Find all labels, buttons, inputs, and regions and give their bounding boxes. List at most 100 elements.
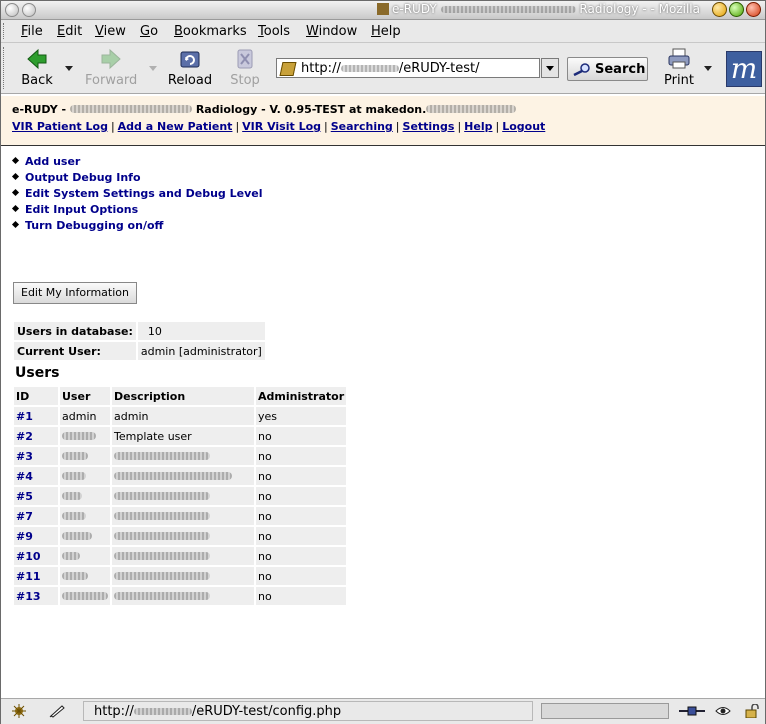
window-menu-buttons[interactable] — [5, 3, 39, 20]
username-cell — [60, 567, 110, 585]
link-vir-patient-log[interactable]: VIR Patient Log — [12, 120, 108, 133]
menu-view[interactable]: View — [95, 24, 126, 39]
url-input[interactable]: http:///eRUDY-test/ — [276, 58, 540, 78]
toggle-debugging-link[interactable]: Turn Debugging on/off — [25, 219, 163, 232]
user-id-link[interactable]: #9 — [16, 530, 33, 543]
menubar-grip[interactable] — [3, 23, 9, 39]
table-row: #5 no — [14, 487, 347, 505]
table-row: #11 no — [14, 567, 347, 585]
toolbar-grip[interactable] — [3, 47, 9, 89]
administrator-cell: no — [256, 547, 347, 565]
edit-my-information-button[interactable]: Edit My Information — [13, 282, 137, 304]
menu-bookmarks[interactable]: Bookmarks — [174, 24, 247, 39]
search-button[interactable]: Search — [567, 57, 648, 81]
link-settings[interactable]: Settings — [403, 120, 455, 133]
user-id-cell: #10 — [14, 547, 58, 565]
maximize-button[interactable] — [729, 2, 744, 17]
settings-actions-list: Add user Output Debug Info Edit System S… — [11, 155, 262, 235]
url-text: http:///eRUDY-test/ — [301, 61, 480, 76]
menu-help[interactable]: Help — [371, 24, 401, 39]
description-cell — [112, 567, 254, 585]
column-header-id: ID — [14, 387, 58, 405]
reload-icon — [180, 51, 200, 68]
link-logout[interactable]: Logout — [502, 120, 545, 133]
online-status-icon[interactable] — [679, 705, 705, 717]
add-user-link[interactable]: Add user — [25, 155, 80, 168]
link-searching[interactable]: Searching — [331, 120, 393, 133]
user-id-link[interactable]: #3 — [16, 450, 33, 463]
user-id-link[interactable]: #13 — [16, 590, 41, 603]
edit-system-settings-link[interactable]: Edit System Settings and Debug Level — [25, 187, 262, 200]
user-id-link[interactable]: #7 — [16, 510, 33, 523]
user-id-cell: #9 — [14, 527, 58, 545]
table-row: #1 admin admin yes — [14, 407, 347, 425]
component-bar-navigator-icon[interactable] — [11, 704, 27, 718]
window-shade-icon[interactable] — [22, 3, 36, 17]
menu-window[interactable]: Window — [306, 24, 357, 39]
progress-bar — [541, 703, 669, 719]
back-button[interactable]: Back — [15, 47, 59, 88]
username-cell — [60, 507, 110, 525]
window-menu-icon[interactable] — [5, 3, 19, 17]
column-header-administrator: Administrator — [256, 387, 347, 405]
column-header-user: User — [60, 387, 110, 405]
link-vir-visit-log[interactable]: VIR Visit Log — [242, 120, 321, 133]
security-info-icon[interactable] — [715, 704, 731, 718]
minimize-button[interactable] — [712, 2, 727, 17]
print-options-dropdown[interactable] — [704, 66, 712, 71]
administrator-cell: yes — [256, 407, 347, 425]
list-item: Output Debug Info — [11, 171, 262, 187]
redacted-text — [62, 511, 86, 520]
menu-file[interactable]: File — [21, 24, 43, 39]
user-id-link[interactable]: #2 — [16, 430, 33, 443]
redacted-text — [114, 511, 210, 520]
unlocked-padlock-icon[interactable] — [743, 704, 759, 718]
output-debug-info-link[interactable]: Output Debug Info — [25, 171, 141, 184]
redacted-text — [114, 451, 210, 460]
user-id-link[interactable]: #10 — [16, 550, 41, 563]
url-history-dropdown[interactable] — [541, 58, 559, 78]
redacted-text — [114, 471, 232, 480]
user-id-cell: #1 — [14, 407, 58, 425]
user-id-cell: #7 — [14, 507, 58, 525]
menu-edit[interactable]: Edit — [57, 24, 82, 39]
user-id-link[interactable]: #4 — [16, 470, 33, 483]
user-id-link[interactable]: #5 — [16, 490, 33, 503]
link-help[interactable]: Help — [464, 120, 492, 133]
description-cell — [112, 487, 254, 505]
close-button[interactable] — [746, 2, 761, 17]
menu-tools[interactable]: Tools — [258, 24, 290, 39]
administrator-cell: no — [256, 507, 347, 525]
forward-history-dropdown[interactable] — [149, 66, 157, 71]
back-history-dropdown[interactable] — [65, 66, 73, 71]
users-heading: Users — [15, 365, 60, 381]
reload-button[interactable]: Reload — [167, 47, 213, 88]
redacted-text — [69, 105, 192, 113]
window-title: e-RUDY Radiology - - Mozilla — [377, 2, 700, 16]
site-icon — [279, 62, 297, 76]
component-bar-composer-icon[interactable] — [49, 704, 65, 718]
link-add-new-patient[interactable]: Add a New Patient — [118, 120, 233, 133]
user-id-cell: #13 — [14, 587, 58, 605]
print-button[interactable]: Print — [663, 47, 695, 88]
table-row: #10 no — [14, 547, 347, 565]
list-item: Edit System Settings and Debug Level — [11, 187, 262, 203]
users-count-label: Users in database: — [14, 322, 136, 340]
current-user-label: Current User: — [14, 342, 136, 360]
forward-button[interactable]: Forward — [85, 47, 137, 88]
administrator-cell: no — [256, 487, 347, 505]
edit-input-options-link[interactable]: Edit Input Options — [25, 203, 138, 216]
username-cell: admin — [60, 407, 110, 425]
description-cell — [112, 587, 254, 605]
header-nav: VIR Patient Log | Add a New Patient | VIR Vi… — [12, 120, 546, 133]
user-id-link[interactable]: #1 — [16, 410, 33, 423]
throbber-logo[interactable]: m — [726, 51, 762, 87]
list-item: Edit Input Options — [11, 203, 262, 219]
forward-arrow-icon — [101, 48, 121, 70]
stop-button[interactable]: Stop — [227, 47, 263, 88]
user-id-link[interactable]: #11 — [16, 570, 41, 583]
menu-go[interactable]: Go — [140, 24, 158, 39]
page-header: e-RUDY - Radiology - V. 0.95-TEST at mak… — [1, 96, 765, 146]
menu-bar: File Edit View Go Bookmarks Tools Window… — [1, 20, 765, 43]
administrator-cell: no — [256, 467, 347, 485]
